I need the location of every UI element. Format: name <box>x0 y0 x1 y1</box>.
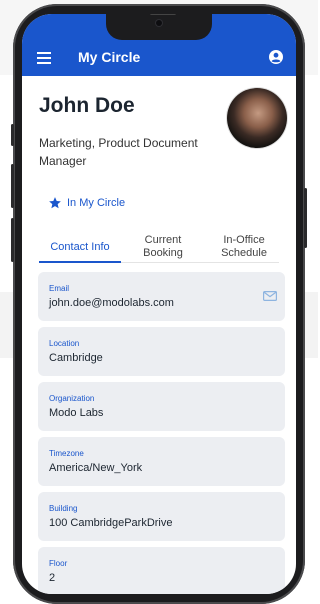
notch <box>106 14 212 40</box>
field-value: 100 CambridgeParkDrive <box>49 517 173 529</box>
volume-up-button <box>11 164 14 208</box>
contact-card-building: Building 100 CambridgeParkDrive <box>38 492 285 541</box>
tab-label: Contact Info <box>50 241 110 253</box>
camera-icon <box>156 20 162 26</box>
tab-current-booking[interactable]: Current Booking <box>135 234 191 264</box>
menu-icon[interactable] <box>37 52 51 64</box>
field-value: Modo Labs <box>49 407 104 419</box>
power-button <box>304 188 307 248</box>
avatar <box>227 88 287 148</box>
profile-name: John Doe <box>39 94 135 117</box>
tab-contact-info[interactable]: Contact Info <box>39 232 121 263</box>
field-label: Email <box>49 284 70 293</box>
profile-title: Marketing, Product Document Manager <box>39 136 198 168</box>
field-value: 2 <box>49 572 56 584</box>
mail-icon[interactable] <box>263 291 277 301</box>
silent-switch <box>11 124 14 146</box>
field-label: Location <box>49 339 80 348</box>
app-title: My Circle <box>78 49 141 65</box>
circle-status-label: In My Circle <box>67 197 126 209</box>
volume-down-button <box>11 218 14 262</box>
contact-card-timezone: Timezone America/New_York <box>38 437 285 486</box>
contact-card-organization: Organization Modo Labs <box>38 382 285 431</box>
tab-label: Current Booking <box>143 234 183 259</box>
contact-card-floor: Floor 2 <box>38 547 285 594</box>
star-icon <box>49 197 61 209</box>
field-label: Building <box>49 504 78 513</box>
field-label: Floor <box>49 559 68 568</box>
contact-card-email[interactable]: Email john.doe@modolabs.com <box>38 272 285 321</box>
field-label: Timezone <box>49 449 84 458</box>
contact-card-location: Location Cambridge <box>38 327 285 376</box>
app-screen: My Circle John Doe Marketing, Product Do… <box>22 14 296 594</box>
field-value: America/New_York <box>49 462 143 474</box>
account-icon[interactable] <box>269 50 283 64</box>
field-label: Organization <box>49 394 95 403</box>
field-value: john.doe@modolabs.com <box>49 297 174 309</box>
active-tab-indicator <box>39 261 121 263</box>
tab-label: In-Office Schedule <box>221 234 267 259</box>
tab-in-office-schedule[interactable]: In-Office Schedule <box>207 234 281 264</box>
tab-bar: Contact Info Current Booking In-Office S… <box>39 232 279 263</box>
field-value: Cambridge <box>49 352 103 364</box>
speaker <box>150 14 176 15</box>
